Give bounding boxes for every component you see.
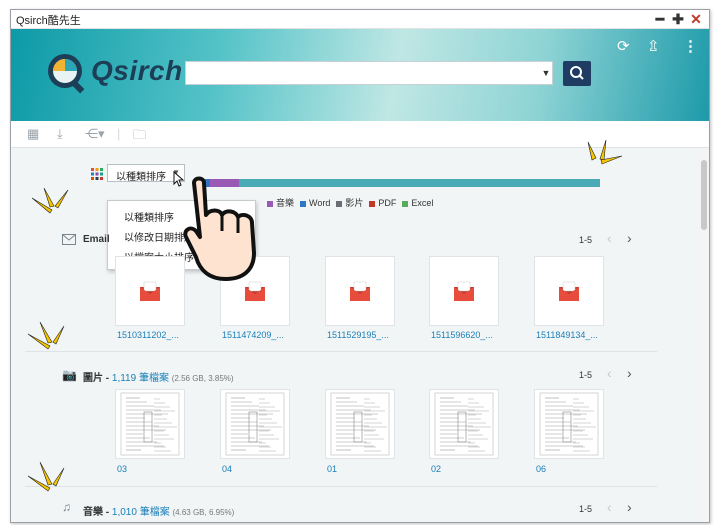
camera-icon: 📷 [62, 368, 77, 382]
section-meta: (2.56 GB, 3.85%) [171, 374, 234, 383]
photo-thumbnail[interactable] [325, 389, 395, 459]
section-name: 音樂 [83, 507, 103, 518]
prev-page-icon[interactable]: ‹ [607, 365, 612, 381]
logo-text: Qsirch [91, 55, 183, 86]
document-scan-image [539, 392, 599, 456]
section-name: Email [83, 234, 110, 245]
category-grid-icon [91, 168, 103, 180]
attention-spark-icon [27, 462, 65, 492]
legend-label: Word [309, 198, 331, 208]
file-name-link[interactable]: 1510311202_... [117, 330, 179, 340]
document-scan-image [330, 392, 390, 456]
vertical-scrollbar[interactable] [699, 148, 709, 522]
file-name-link[interactable]: 1511849134_... [536, 330, 598, 340]
sort-selected-label: 以種類排序 [116, 172, 166, 183]
search-header: Qsirch ▼ ⟳ ⇫ ⋮ [11, 29, 709, 121]
folder-icon[interactable]: 🗀 [133, 126, 146, 148]
file-name-link[interactable]: 04 [222, 464, 232, 474]
email-file-icon [140, 281, 160, 301]
photo-thumbnail[interactable] [429, 389, 499, 459]
section-title-email[interactable]: Email [83, 234, 110, 245]
scrollbar-thumb[interactable] [701, 160, 707, 230]
grid-view-icon[interactable]: ▦ [27, 126, 39, 142]
legend-swatch [369, 200, 376, 207]
prev-page-icon[interactable]: ‹ [607, 499, 612, 515]
attention-spark-icon [587, 140, 623, 165]
section-divider [25, 351, 657, 352]
legend-swatch [402, 200, 409, 207]
attention-spark-icon [31, 188, 69, 214]
share-icon[interactable]: ⋲▾ [85, 126, 105, 142]
prev-page-icon[interactable]: ‹ [607, 230, 612, 246]
music-icon: ♫ [62, 500, 71, 514]
more-menu-icon[interactable]: ⋮ [683, 37, 698, 55]
document-scan-image [225, 392, 285, 456]
qsirch-logo-icon [48, 54, 85, 94]
search-input[interactable] [185, 61, 553, 85]
email-thumbnail[interactable] [429, 256, 499, 326]
search-icon [570, 66, 584, 80]
next-page-icon[interactable]: › [627, 230, 632, 246]
search-dropdown-icon[interactable]: ▼ [539, 61, 553, 85]
email-file-icon [350, 281, 370, 301]
title-bar: Qsirch酷先生 ━ ✚ ✕ [11, 10, 709, 29]
section-meta: (4.63 GB, 6.95%) [172, 508, 235, 517]
document-scan-image [120, 392, 180, 456]
email-file-icon [559, 281, 579, 301]
file-name-link[interactable]: 06 [536, 464, 546, 474]
file-name-link[interactable]: 1511596620_... [431, 330, 493, 340]
attention-spark-icon [27, 322, 65, 350]
file-name-link[interactable]: 1511474209_... [222, 330, 284, 340]
maximize-button[interactable]: ✚ [671, 10, 685, 28]
email-file-icon [454, 281, 474, 301]
mouse-cursor-icon [173, 171, 185, 187]
email-thumbnail[interactable] [534, 256, 604, 326]
close-button[interactable]: ✕ [689, 10, 703, 28]
file-name-link[interactable]: 01 [327, 464, 337, 474]
upload-icon[interactable]: ⇫ [647, 37, 660, 55]
results-content: 以種類排序 ▼ 音樂Word影片PDFExcel 以種類排序 以修改日期排序 以… [11, 148, 699, 522]
email-thumbnail[interactable] [325, 256, 395, 326]
section-count-link[interactable]: 1,010 筆檔案 [112, 507, 170, 518]
next-page-icon[interactable]: › [627, 365, 632, 381]
window-title: Qsirch酷先生 [16, 15, 81, 27]
download-icon[interactable]: ⤓ [57, 126, 63, 142]
toolbar-divider: | [117, 126, 121, 141]
app-window: Qsirch酷先生 ━ ✚ ✕ Qsirch ▼ ⟳ ⇫ ⋮ ▦ ⤓ ⋲▾ | … [10, 9, 710, 523]
file-name-link[interactable]: 03 [117, 464, 127, 474]
legend-label: Excel [411, 198, 434, 208]
legend-swatch [300, 200, 307, 207]
legend-label: PDF [378, 198, 397, 208]
pager-range: 1-5 [579, 504, 593, 514]
legend-label: 音樂 [276, 198, 295, 208]
pointing-hand-icon [183, 176, 256, 281]
search-button[interactable] [563, 61, 591, 86]
refresh-icon[interactable]: ⟳ [617, 37, 630, 55]
email-thumbnail[interactable] [115, 256, 185, 326]
section-dash: - [103, 507, 112, 518]
type-bar-segment[interactable] [238, 179, 600, 187]
sort-option-type[interactable]: 以種類排序 [124, 209, 174, 224]
minimize-button[interactable]: ━ [653, 10, 667, 28]
pager-range: 1-5 [579, 235, 593, 245]
pager-range: 1-5 [579, 370, 593, 380]
section-divider [25, 486, 657, 487]
photo-thumbnail[interactable] [220, 389, 290, 459]
section-dash: - [103, 373, 112, 384]
legend-label: 影片 [345, 198, 364, 208]
file-name-link[interactable]: 02 [431, 464, 441, 474]
section-count-link[interactable]: 1,119 筆檔案 [112, 373, 169, 384]
file-name-link[interactable]: 1511529195_... [327, 330, 389, 340]
section-title-music[interactable]: 音樂 - 1,010 筆檔案 (4.63 GB, 6.95%) [83, 503, 234, 518]
envelope-icon [62, 234, 76, 245]
photo-thumbnail[interactable] [534, 389, 604, 459]
section-name: 圖片 [83, 373, 103, 384]
legend-swatch [336, 200, 343, 207]
document-scan-image [434, 392, 494, 456]
photo-thumbnail[interactable] [115, 389, 185, 459]
section-title-photos[interactable]: 圖片 - 1,119 筆檔案 (2.56 GB, 3.85%) [83, 369, 234, 384]
next-page-icon[interactable]: › [627, 499, 632, 515]
type-legend: 音樂 Word 影片 PDF Excel [261, 196, 433, 209]
